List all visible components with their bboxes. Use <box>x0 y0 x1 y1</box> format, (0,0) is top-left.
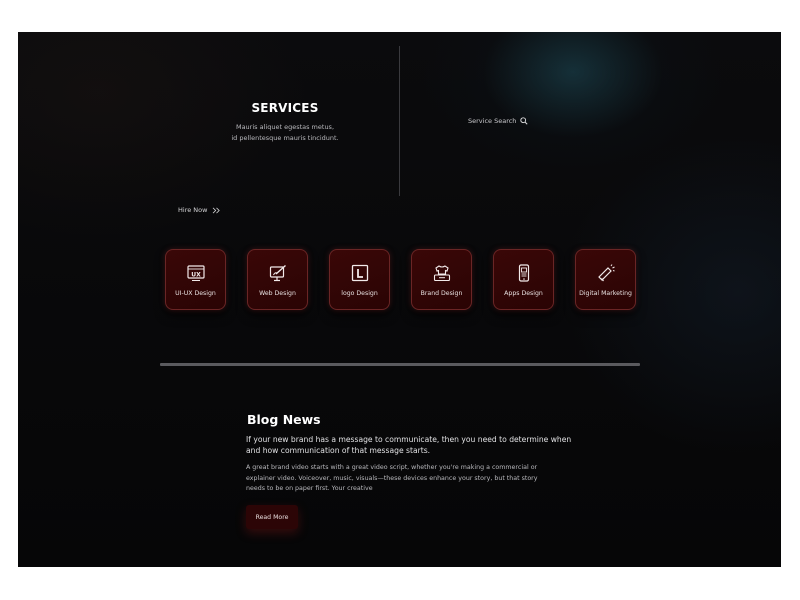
service-card-label: logo Design <box>341 290 378 297</box>
ux-screen-icon: UX <box>186 265 205 281</box>
blog-body: A great brand video starts with a great … <box>246 464 538 492</box>
monitor-pen-icon <box>269 264 286 282</box>
service-search-link[interactable]: Service Search <box>468 117 528 125</box>
service-card-label: Apps Design <box>504 290 543 297</box>
double-chevron-right-icon <box>213 207 221 213</box>
service-card-ui-ux-design[interactable]: UX UI-UX Design <box>165 249 226 310</box>
services-subtitle: Mauris aliquet egestas metus, id pellent… <box>198 122 372 144</box>
megaphone-icon <box>597 264 615 282</box>
service-card-logo-design[interactable]: logo Design <box>329 249 390 310</box>
service-card-web-design[interactable]: Web Design <box>247 249 308 310</box>
services-subtitle-line2: id pellentesque mauris tincidunt. <box>231 134 339 142</box>
service-card-label: Web Design <box>259 290 296 297</box>
services-title: SERVICES <box>251 101 319 115</box>
hire-now-link[interactable]: Hire Now <box>178 206 221 214</box>
read-more-button[interactable]: Read More <box>246 505 298 529</box>
service-card-brand-design[interactable]: Brand Design <box>411 249 472 310</box>
services-page: SERVICES Mauris aliquet egestas metus, i… <box>18 32 781 567</box>
hire-now-label: Hire Now <box>178 206 208 214</box>
service-card-label: UI-UX Design <box>175 290 216 297</box>
tshirt-box-icon <box>433 265 450 282</box>
service-cards: UX UI-UX Design Web Design logo Design B… <box>165 249 636 311</box>
service-card-apps-design[interactable]: Apps Design <box>493 249 554 310</box>
mobile-app-icon <box>518 264 529 282</box>
vertical-divider <box>399 46 400 196</box>
service-card-digital-marketing[interactable]: Digital Marketing <box>575 249 636 310</box>
blog-title: Blog News <box>247 412 321 427</box>
blog-lead: If your new brand has a message to commu… <box>246 435 572 455</box>
logo-letter-icon <box>351 264 368 282</box>
section-divider <box>160 363 640 366</box>
search-icon <box>520 117 528 125</box>
service-card-label: Brand Design <box>420 290 463 297</box>
service-card-label: Digital Marketing <box>579 290 632 297</box>
svg-text:UX: UX <box>191 272 201 279</box>
services-subtitle-line1: Mauris aliquet egestas metus, <box>235 123 335 131</box>
service-search-label: Service Search <box>468 117 517 125</box>
